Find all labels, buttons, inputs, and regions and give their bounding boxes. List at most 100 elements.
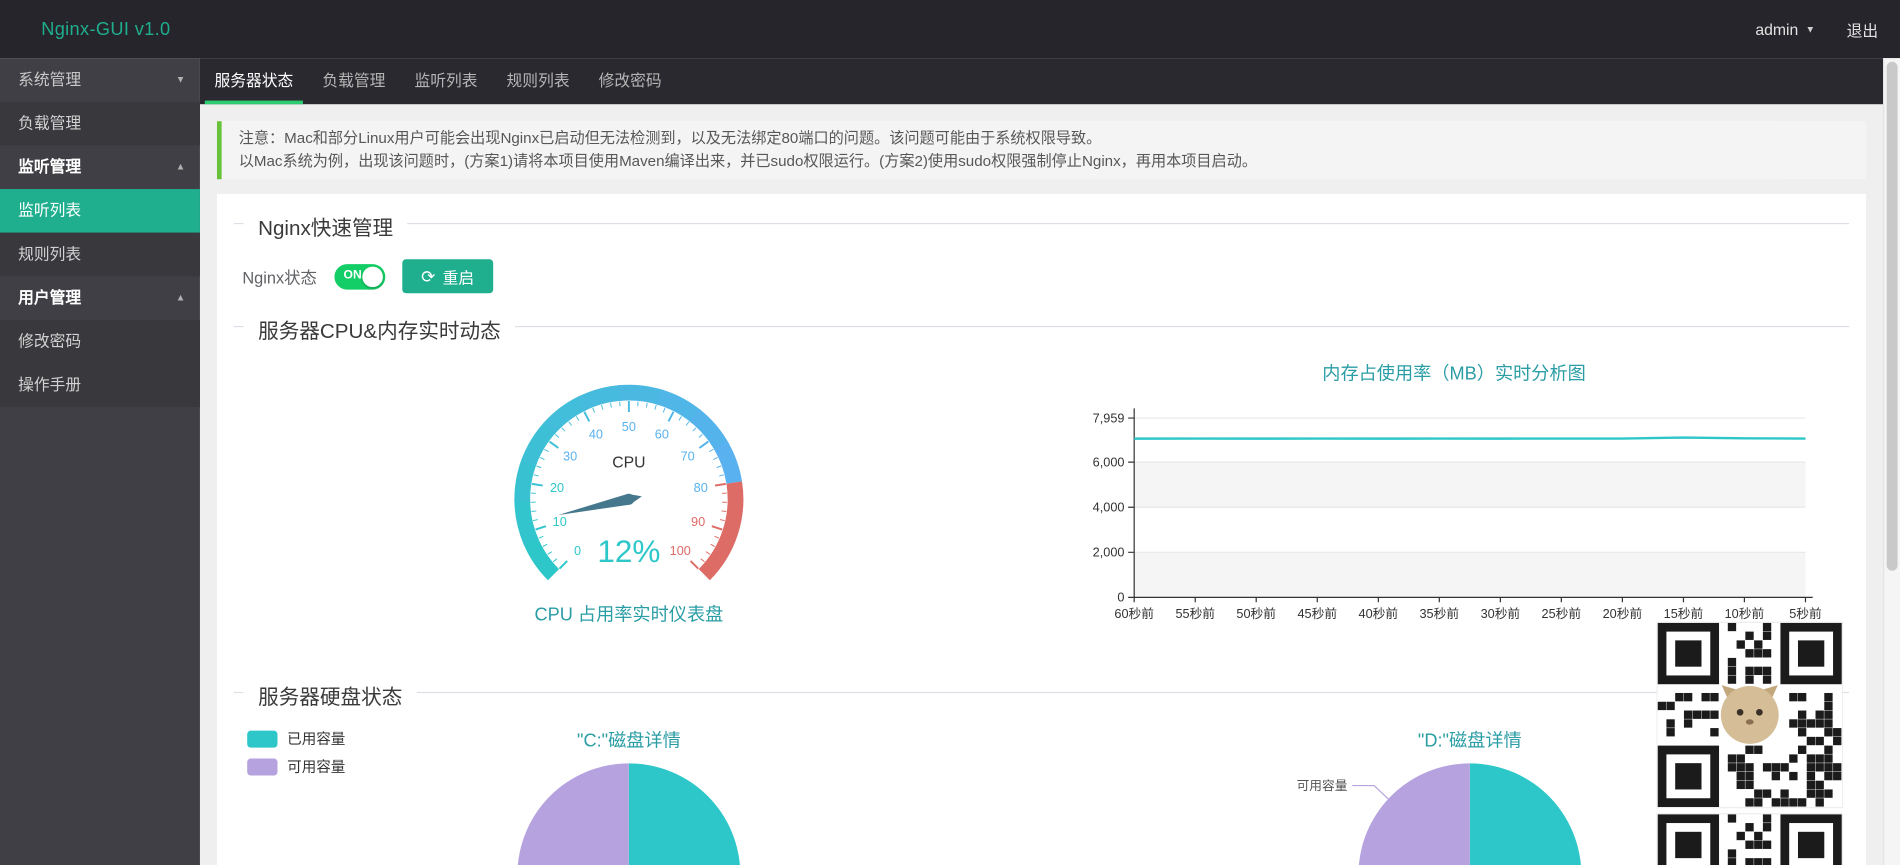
sidebar-item-label: 系统管理 — [18, 70, 82, 89]
legend-label: 可用容量 — [287, 758, 346, 776]
svg-text:可用容量: 可用容量 — [1297, 778, 1348, 793]
sidebar-item[interactable]: 用户管理 ▲ — [0, 276, 200, 320]
memory-chart-box: 内存占使用率（MB）实时分析图 0 2,000 4,000 6,000 7,959 60秒… — [1078, 360, 1829, 635]
svg-text:6,000: 6,000 — [1093, 454, 1125, 469]
svg-text:0: 0 — [1117, 590, 1124, 605]
chevron-up-icon: ▲ — [175, 161, 186, 173]
restart-label: 重启 — [442, 268, 475, 287]
svg-text:35秒前: 35秒前 — [1419, 606, 1459, 621]
username: admin — [1755, 19, 1799, 39]
sidebar-item[interactable]: 负载管理 — [0, 101, 200, 146]
header-right: admin ▼ 退出 — [1755, 18, 1878, 41]
svg-text:45秒前: 45秒前 — [1297, 606, 1337, 621]
app-header: Nginx-GUI v1.0 admin ▼ 退出 — [0, 0, 1900, 59]
sidebar-item[interactable]: 监听管理 ▲ — [0, 145, 200, 189]
section-title-quick: Nginx快速管理 — [243, 210, 408, 242]
notice-line2: 以Mac系统为例，出现该问题时，(方案1)请将本项目使用Maven编译出来，并已… — [238, 152, 1257, 170]
app-logo: Nginx-GUI v1.0 — [41, 18, 171, 40]
svg-text:30: 30 — [563, 449, 577, 464]
legend-item[interactable]: 已用容量 — [247, 728, 345, 749]
svg-text:40: 40 — [589, 427, 603, 442]
user-menu[interactable]: admin ▼ — [1755, 20, 1815, 38]
logout-button[interactable]: 退出 — [1847, 18, 1879, 41]
svg-text:30秒前: 30秒前 — [1481, 606, 1521, 621]
legend-label: 已用容量 — [287, 730, 346, 748]
svg-text:55秒前: 55秒前 — [1175, 606, 1215, 621]
sidebar-item[interactable]: 操作手册 — [0, 363, 200, 408]
svg-text:0: 0 — [574, 543, 581, 558]
svg-text:90: 90 — [691, 514, 705, 529]
memory-chart-title: 内存占使用率（MB）实时分析图 — [1322, 363, 1586, 385]
disk-d-pie-chart: 可用容量 — [1297, 763, 1581, 865]
svg-text:100: 100 — [670, 543, 691, 558]
scrollbar-thumb[interactable] — [1886, 61, 1898, 571]
app-window: Nginx-GUI v1.0 admin ▼ 退出 系统管理 ▼ 负载管理监听管理 ▲… — [0, 0, 1900, 865]
tab-active[interactable]: 服务器状态 — [204, 58, 303, 105]
svg-text:25秒前: 25秒前 — [1542, 606, 1582, 621]
legend-swatch — [247, 730, 278, 748]
svg-text:50: 50 — [622, 419, 636, 434]
svg-text:2,000: 2,000 — [1093, 545, 1125, 560]
svg-text:5秒前: 5秒前 — [1789, 606, 1822, 621]
svg-text:15秒前: 15秒前 — [1664, 606, 1704, 621]
sidebar-item[interactable]: 规则列表 — [0, 232, 200, 277]
tab-item[interactable]: 规则列表 — [497, 58, 579, 104]
legend-swatch — [247, 757, 278, 775]
svg-text:70: 70 — [681, 449, 695, 464]
svg-text:12%: 12% — [597, 533, 660, 569]
sidebar-item-label: 用户管理 — [18, 288, 82, 307]
svg-text:20: 20 — [550, 480, 564, 495]
vertical-scrollbar[interactable] — [1883, 58, 1900, 865]
disk-legend: 已用容量 可用容量 — [247, 728, 345, 776]
tab-item[interactable]: 负载管理 — [313, 58, 395, 104]
svg-text:20秒前: 20秒前 — [1603, 606, 1643, 621]
svg-text:CPU: CPU — [612, 455, 645, 472]
legend-item[interactable]: 可用容量 — [247, 756, 345, 777]
toggle-on-label: ON — [343, 268, 362, 282]
sidebar-item-label: 规则列表 — [18, 244, 82, 263]
toggle-knob — [361, 265, 383, 287]
sidebar-item-label: 监听列表 — [18, 201, 82, 220]
nginx-status-label: Nginx状态 — [242, 269, 317, 288]
svg-text:4,000: 4,000 — [1093, 499, 1125, 514]
sidebar-item[interactable]: 修改密码 — [0, 319, 200, 364]
main-content: 注意：Mac和部分Linux用户可能会出现Nginx已启动但无法检测到，以及无法… — [199, 104, 1884, 865]
memory-line-chart: 0 2,000 4,000 6,000 7,959 60秒前 55秒前 50秒前 45秒前 40秒… — [1093, 408, 1822, 621]
disk-d-title: "D:"磁盘详情 — [1417, 730, 1522, 752]
sidebar-item-label: 监听管理 — [18, 157, 82, 176]
nginx-status-toggle[interactable]: ON — [333, 263, 385, 289]
tab-item[interactable]: 修改密码 — [589, 58, 671, 104]
refresh-icon: ⟳ — [421, 266, 436, 286]
disk-c-pie-chart — [517, 763, 740, 865]
section-title-realtime: 服务器CPU&内存实时动态 — [243, 313, 516, 345]
cpu-gauge-chart: 0 10 20 30 40 50 60 70 80 90100 CPU 12% — [514, 384, 744, 581]
tab-item[interactable]: 监听列表 — [405, 58, 487, 104]
section-title-disk: 服务器硬盘状态 — [243, 679, 417, 711]
nginx-quick-row: Nginx状态 ON ⟳ 重启 — [242, 259, 494, 294]
svg-text:7,959: 7,959 — [1093, 410, 1125, 425]
sidebar-item-label: 负载管理 — [18, 113, 82, 133]
restart-button[interactable]: ⟳ 重启 — [401, 259, 494, 294]
sidebar-item-label: 修改密码 — [18, 332, 82, 351]
svg-text:50秒前: 50秒前 — [1236, 606, 1276, 621]
chevron-down-icon: ▼ — [1805, 23, 1816, 35]
svg-text:10秒前: 10秒前 — [1725, 606, 1765, 621]
qr-code-watermark — [1657, 622, 1842, 808]
qr-code-watermark-2 — [1657, 814, 1842, 865]
section-divider-disk: 服务器硬盘状态 — [233, 679, 1850, 711]
notice-line1: 注意：Mac和部分Linux用户可能会出现Nginx已启动但无法检测到，以及无法… — [238, 129, 1102, 147]
sidebar-item[interactable]: 系统管理 ▼ — [0, 58, 200, 102]
cpu-gauge-caption: CPU 占用率实时仪表盘 — [534, 604, 724, 626]
sidebar-item[interactable]: 监听列表 — [0, 189, 200, 233]
svg-text:40秒前: 40秒前 — [1359, 606, 1399, 621]
svg-text:60: 60 — [655, 427, 669, 442]
notice-alert: 注意：Mac和部分Linux用户可能会出现Nginx已启动但无法检测到，以及无法… — [216, 121, 1867, 180]
section-divider-realtime: 服务器CPU&内存实时动态 — [233, 313, 1850, 345]
dashboard-card: Nginx快速管理 Nginx状态 ON ⟳ 重启 服务器CPU&内存实时动态 … — [216, 193, 1867, 865]
chevron-up-icon: ▲ — [175, 292, 186, 303]
sidebar-item-label: 操作手册 — [18, 375, 82, 394]
svg-text:10: 10 — [553, 514, 567, 529]
section-divider-quick: Nginx快速管理 — [233, 210, 1850, 242]
svg-text:60秒前: 60秒前 — [1114, 606, 1154, 621]
chevron-down-icon: ▼ — [175, 73, 186, 85]
